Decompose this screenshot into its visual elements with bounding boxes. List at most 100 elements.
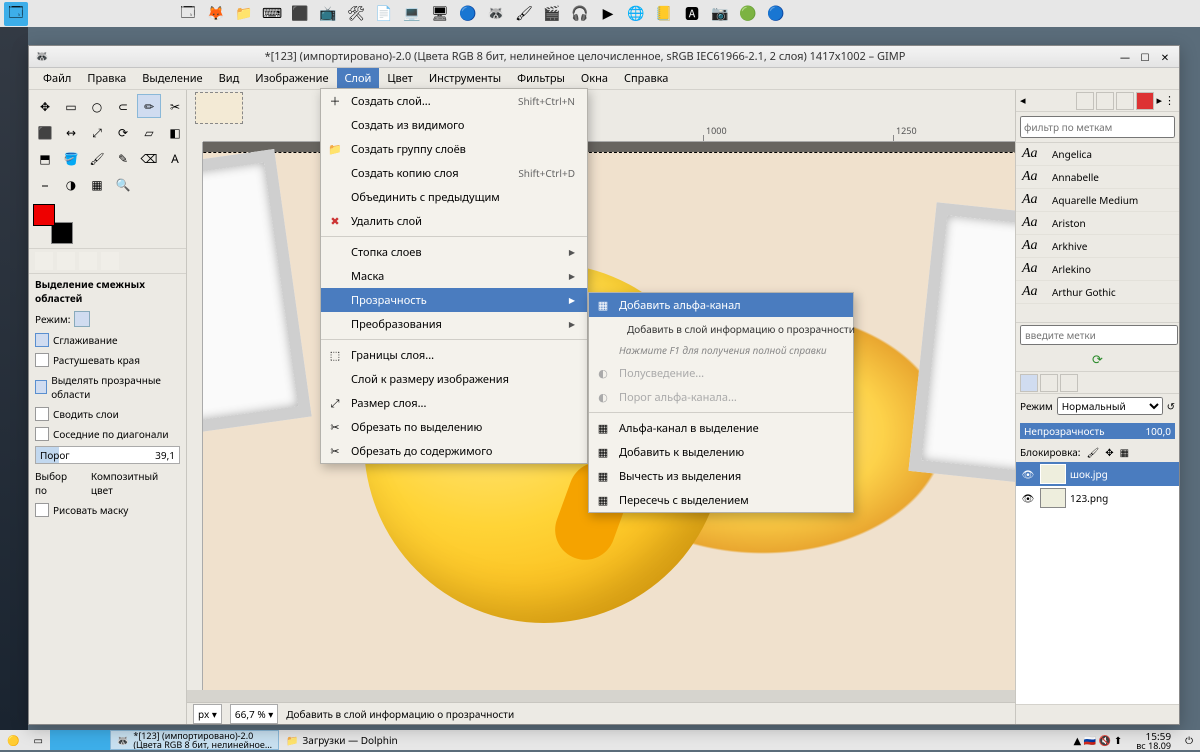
font-list[interactable]: AaAngelicaAaAnnabelleAaAquarelle MediumA…: [1016, 142, 1179, 322]
menu-item[interactable]: ⤢Размер слоя...: [321, 391, 587, 415]
menu-Изображение[interactable]: Изображение: [247, 68, 336, 89]
taskbar-app-icon[interactable]: 🖌: [512, 2, 536, 26]
lock-alpha-icon[interactable]: ▦: [1120, 445, 1129, 459]
blend-mode-select[interactable]: Нормальный: [1057, 397, 1163, 415]
tray[interactable]: ▲ 🇷🇺 🔇 ⬆: [1066, 730, 1129, 750]
taskbar-dolphin[interactable]: 📁Загрузки — Dolphin: [279, 730, 405, 750]
eye-icon[interactable]: 👁: [1020, 467, 1036, 481]
zoom-select[interactable]: 66,7 % ▾: [230, 704, 278, 724]
opt-merged[interactable]: Сводить слои: [29, 404, 186, 424]
titlebar[interactable]: 🦝 *[123] (импортировано)-2.0 (Цвета RGB …: [29, 46, 1179, 68]
font-row[interactable]: AaArlekino: [1016, 258, 1179, 281]
unit-select[interactable]: px ▾: [193, 704, 222, 724]
taskbar-app-icon[interactable]: 📷: [708, 2, 732, 26]
menu-Фильтры[interactable]: Фильтры: [509, 68, 573, 89]
menu-Выделение[interactable]: Выделение: [134, 68, 210, 89]
lock-move-icon[interactable]: ✥: [1105, 445, 1113, 459]
font-row[interactable]: AaAnnabelle: [1016, 166, 1179, 189]
close-button[interactable]: ✕: [1157, 49, 1173, 65]
font-row[interactable]: AaAriston: [1016, 212, 1179, 235]
opt-transparent[interactable]: Выделять прозрачные области: [29, 370, 186, 404]
font-filter-input[interactable]: [1020, 116, 1175, 138]
menu-item[interactable]: ▦Альфа-канал в выделение: [589, 416, 853, 440]
taskbar-app-icon[interactable]: 📒: [652, 2, 676, 26]
menu-item[interactable]: ＋Создать слой...Shift+Ctrl+N: [321, 89, 587, 113]
tool-icon[interactable]: ◑: [59, 172, 83, 196]
tool-icon[interactable]: ⤢: [85, 120, 109, 144]
menu-item[interactable]: Прозрачность▶: [321, 288, 587, 312]
image-thumb[interactable]: [195, 92, 243, 124]
menu-layer[interactable]: ＋Создать слой...Shift+Ctrl+NСоздать из в…: [320, 88, 588, 464]
layers-toolbar[interactable]: [1016, 704, 1179, 724]
menubar[interactable]: ФайлПравкаВыделениеВидИзображениеСлойЦве…: [29, 68, 1179, 90]
font-row[interactable]: AaAquarelle Medium: [1016, 189, 1179, 212]
menu-item[interactable]: Создать копию слояShift+Ctrl+D: [321, 161, 587, 185]
tool-icon[interactable]: ▱: [137, 120, 161, 144]
taskbar-app-icon[interactable]: 🦊: [204, 2, 228, 26]
taskbar-app-icon[interactable]: 📄: [372, 2, 396, 26]
menu-Правка[interactable]: Правка: [79, 68, 134, 89]
menu-item[interactable]: ✂Обрезать по выделению: [321, 415, 587, 439]
font-row[interactable]: AaArkhive: [1016, 235, 1179, 258]
menu-item[interactable]: Маска▶: [321, 264, 587, 288]
maximize-button[interactable]: ☐: [1137, 49, 1153, 65]
lock-row[interactable]: Блокировка: 🖌 ✥ ▦: [1016, 442, 1179, 462]
show-desktop[interactable]: ▭: [26, 730, 49, 750]
tool-icon[interactable]: 🪣: [59, 146, 83, 170]
tool-icon[interactable]: ↔: [59, 120, 83, 144]
menu-Инструменты[interactable]: Инструменты: [421, 68, 509, 89]
labels-input[interactable]: [1020, 325, 1178, 345]
taskbar-app-icon[interactable]: 🌐: [624, 2, 648, 26]
select-by-row[interactable]: Выбор по Композитный цвет: [29, 466, 186, 500]
menu-item[interactable]: Создать из видимого: [321, 113, 587, 137]
lock-brush-icon[interactable]: 🖌: [1086, 445, 1099, 459]
menu-Слой[interactable]: Слой: [337, 68, 380, 89]
menu-Цвет[interactable]: Цвет: [379, 68, 420, 89]
menu-item[interactable]: ⬚Границы слоя...: [321, 343, 587, 367]
menu-Справка[interactable]: Справка: [616, 68, 676, 89]
taskbar-app-icon[interactable]: 🖥: [428, 2, 452, 26]
taskbar-app-icon[interactable]: 📺: [316, 2, 340, 26]
tool-icon[interactable]: ⌫: [137, 146, 161, 170]
reload-icon[interactable]: ⟳: [1016, 347, 1179, 371]
tool-options-tabs[interactable]: [29, 248, 186, 273]
opt-feather[interactable]: Растушевать края: [29, 350, 186, 370]
menu-item[interactable]: ▦Пересечь с выделением: [589, 488, 853, 512]
taskbar-app-icon[interactable]: 🔵: [764, 2, 788, 26]
tool-icon[interactable]: ▦: [85, 172, 109, 196]
menu-item[interactable]: ▦Вычесть из выделения: [589, 464, 853, 488]
dock-tabs-top[interactable]: ◂ ▸⋮: [1016, 90, 1179, 112]
taskbar-app-icon[interactable]: 🎬: [540, 2, 564, 26]
fg-bg-color[interactable]: [33, 204, 73, 244]
layer-item[interactable]: 👁шок.jpg: [1016, 462, 1179, 486]
minimize-button[interactable]: —: [1117, 49, 1133, 65]
tool-icon[interactable]: ⬒: [33, 146, 57, 170]
tool-icon[interactable]: ○: [85, 94, 109, 118]
menu-Вид[interactable]: Вид: [211, 68, 248, 89]
opt-antialias[interactable]: Сглаживание: [29, 330, 186, 350]
taskbar-app-icon[interactable]: 💻: [400, 2, 424, 26]
menu-Окна[interactable]: Окна: [573, 68, 616, 89]
fg-color[interactable]: [33, 204, 55, 226]
logout-icon[interactable]: ⏻: [1178, 730, 1200, 750]
menu-Файл[interactable]: Файл: [35, 68, 79, 89]
menu-item[interactable]: Слой к размеру изображения: [321, 367, 587, 391]
taskbar-app-icon[interactable]: 🛠: [344, 2, 368, 26]
tool-icon[interactable]: ✂: [163, 94, 187, 118]
menu-item[interactable]: ▦Добавить альфа-канал: [589, 293, 853, 317]
tool-icon[interactable]: ✥: [33, 94, 57, 118]
taskbar-app-icon[interactable]: 🎧: [568, 2, 592, 26]
menu-item[interactable]: ✂Обрезать до содержимого: [321, 439, 587, 463]
taskbar-app-icon[interactable]: ⌨: [260, 2, 284, 26]
taskbar-gimp[interactable]: 🦝 *[123] (импортировано)-2.0(Цвета RGB 8…: [110, 730, 279, 750]
reset-icon[interactable]: ↺: [1167, 399, 1175, 413]
tool-icon[interactable]: ◧: [163, 120, 187, 144]
layer-item[interactable]: 👁123.png: [1016, 486, 1179, 510]
menu-item[interactable]: Добавить в слой информацию о прозрачност…: [589, 317, 853, 341]
tool-icon[interactable]: ▭: [59, 94, 83, 118]
menu-item[interactable]: ▦Добавить к выделению: [589, 440, 853, 464]
font-row[interactable]: AaAngelica: [1016, 143, 1179, 166]
scrollbar-horizontal[interactable]: [187, 690, 1015, 702]
pinned-app[interactable]: [80, 730, 110, 750]
tool-icon[interactable]: ✏: [137, 94, 161, 118]
